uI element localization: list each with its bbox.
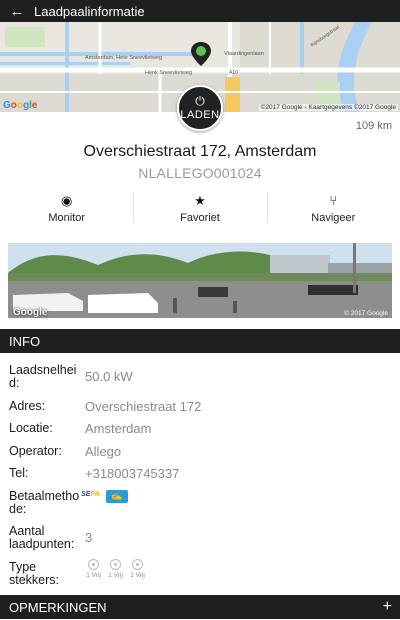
phone-link[interactable]: +318003745337	[85, 467, 179, 481]
expand-plus-icon[interactable]: +	[383, 598, 392, 616]
star-icon: ★	[194, 192, 206, 208]
info-key: Tel:	[9, 466, 29, 480]
opmerkingen-section-header[interactable]: OPMERKINGEN +	[0, 595, 400, 619]
monitor-button[interactable]: ◉ Monitor	[0, 190, 133, 226]
back-arrow-icon[interactable]: ←	[0, 0, 34, 22]
streetview-google-logo: Google	[13, 307, 48, 318]
eye-icon: ◉	[60, 192, 73, 208]
info-row-operator: Operator: Allego	[9, 445, 393, 459]
connector-status: 1 Vrij	[130, 572, 145, 579]
info-key: Operator:	[9, 444, 62, 458]
google-logo: Google	[3, 100, 38, 111]
info-key: Locatie:	[9, 421, 53, 435]
info-row-betaal: Betaalmethode: SEPA ✍	[9, 490, 393, 516]
street-view-image[interactable]: Google © 2017 Google	[8, 243, 392, 318]
connector-icon	[132, 559, 143, 570]
opmerkingen-title: OPMERKINGEN	[9, 599, 107, 615]
info-value: 50.0 kW	[85, 369, 133, 384]
connector-item: 1 Vrij	[107, 559, 124, 587]
info-row-speed: Laadsnelheid: 50.0 kW	[9, 364, 393, 390]
info-row-adres: Adres: Overschiestraat 172	[9, 400, 393, 414]
favoriet-label: Favoriet	[180, 211, 220, 224]
info-key: Adres:	[9, 399, 46, 413]
info-key: Betaalmethode:	[9, 489, 80, 516]
connector-icon	[110, 559, 121, 570]
plug-icon: ⏻	[195, 94, 205, 108]
connector-status: 1 Vrij	[86, 572, 101, 579]
laden-label: LADEN	[180, 109, 220, 121]
info-value: Allego	[85, 444, 122, 459]
info-section-header: INFO	[0, 329, 400, 353]
info-key: Laadsnelheid:	[9, 363, 77, 390]
info-row-stekkers: Type stekkers: 1 Vrij 1 Vrij 1 Vrij	[9, 559, 393, 587]
info-key: Aantal laadpunten:	[9, 524, 75, 551]
connector-icon	[88, 559, 99, 570]
action-bar: ◉ Monitor ★ Favoriet ⑂ Navigeer	[0, 190, 400, 226]
connector-item: 1 Vrij	[85, 559, 102, 587]
map-label: A10	[229, 70, 238, 76]
favoriet-button[interactable]: ★ Favoriet	[133, 190, 266, 226]
station-address: Overschiestraat 172, Amsterdam	[83, 143, 317, 160]
monitor-label: Monitor	[48, 211, 85, 224]
connector-list: 1 Vrij 1 Vrij 1 Vrij	[85, 559, 146, 587]
sepa-icon: SEPA	[81, 491, 100, 498]
map-attribution: ©2017 Google - Kaartgegevens ©2017 Googl…	[258, 104, 398, 111]
info-row-aantal: Aantal laadpunten: 3	[9, 525, 393, 551]
connector-item: 1 Vrij	[129, 559, 146, 587]
map-label: Amsterdam, Hete Sneevlietweg	[85, 55, 162, 61]
laden-button[interactable]: ⏻ LADEN	[177, 85, 223, 131]
card-icon: ✍	[105, 490, 128, 503]
page-title: Laadpaalinformatie	[34, 3, 145, 19]
directions-icon: ⑂	[329, 192, 338, 208]
map-label: Vlaardingenlaan	[224, 51, 264, 57]
distance-label: 109 km	[355, 120, 392, 132]
info-row-locatie: Locatie: Amsterdam	[9, 422, 393, 436]
app-bar: ← Laadpaalinformatie	[0, 0, 400, 22]
connector-status: 1 Vrij	[108, 572, 123, 579]
info-value: Amsterdam	[85, 421, 152, 436]
streetview-copyright: © 2017 Google	[344, 310, 388, 317]
info-row-tel: Tel: +318003745337	[9, 467, 393, 481]
info-title: INFO	[9, 333, 41, 349]
info-value: Overschiestraat 172	[85, 399, 202, 414]
station-code: NLALLEGO001024	[138, 165, 262, 181]
navigeer-button[interactable]: ⑂ Navigeer	[266, 190, 400, 226]
info-key: Type stekkers:	[9, 560, 60, 587]
info-value: 3	[85, 530, 93, 545]
map-label: Henk Sneevlietweg	[145, 70, 192, 76]
navigeer-label: Navigeer	[311, 211, 356, 224]
